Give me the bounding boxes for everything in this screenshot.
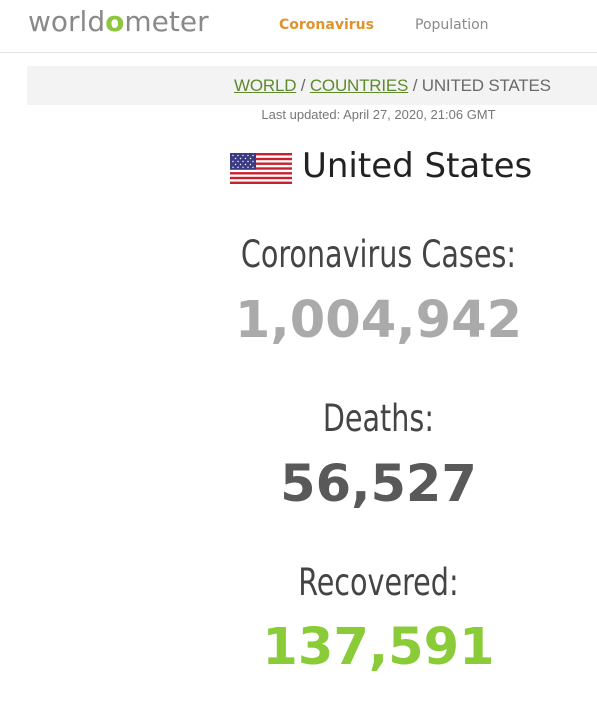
recovered-label: Recovered: bbox=[298, 561, 459, 604]
breadcrumb-separator: / bbox=[296, 76, 310, 95]
breadcrumb-countries-link[interactable]: COUNTRIES bbox=[310, 76, 409, 95]
cases-value: 1,004,942 bbox=[234, 291, 523, 350]
logo-text-prefix: world bbox=[28, 5, 106, 38]
logo-green-o: o bbox=[105, 5, 125, 38]
cases-label: Coronavirus Cases: bbox=[240, 233, 517, 276]
breadcrumb-bar: WORLD / COUNTRIES / UNITED STATES bbox=[27, 66, 597, 105]
breadcrumb-current: UNITED STATES bbox=[421, 76, 551, 95]
country-name: United States bbox=[302, 146, 533, 186]
worldometer-logo[interactable]: worldometer bbox=[28, 5, 209, 39]
site-header: worldometer Coronavirus Population bbox=[0, 0, 597, 53]
deaths-label: Deaths: bbox=[322, 397, 434, 440]
breadcrumb-separator: / bbox=[408, 76, 422, 95]
deaths-value: 56,527 bbox=[280, 455, 477, 514]
us-flag-icon bbox=[230, 153, 292, 184]
breadcrumb-world-link[interactable]: WORLD bbox=[234, 76, 296, 95]
breadcrumb: WORLD / COUNTRIES / UNITED STATES bbox=[234, 75, 551, 97]
nav-population[interactable]: Population bbox=[415, 16, 489, 34]
last-updated-text: Last updated: April 27, 2020, 21:06 GMT bbox=[261, 107, 496, 122]
logo-text-suffix: meter bbox=[124, 5, 209, 38]
nav-coronavirus[interactable]: Coronavirus bbox=[279, 16, 374, 34]
recovered-value: 137,591 bbox=[262, 618, 495, 677]
